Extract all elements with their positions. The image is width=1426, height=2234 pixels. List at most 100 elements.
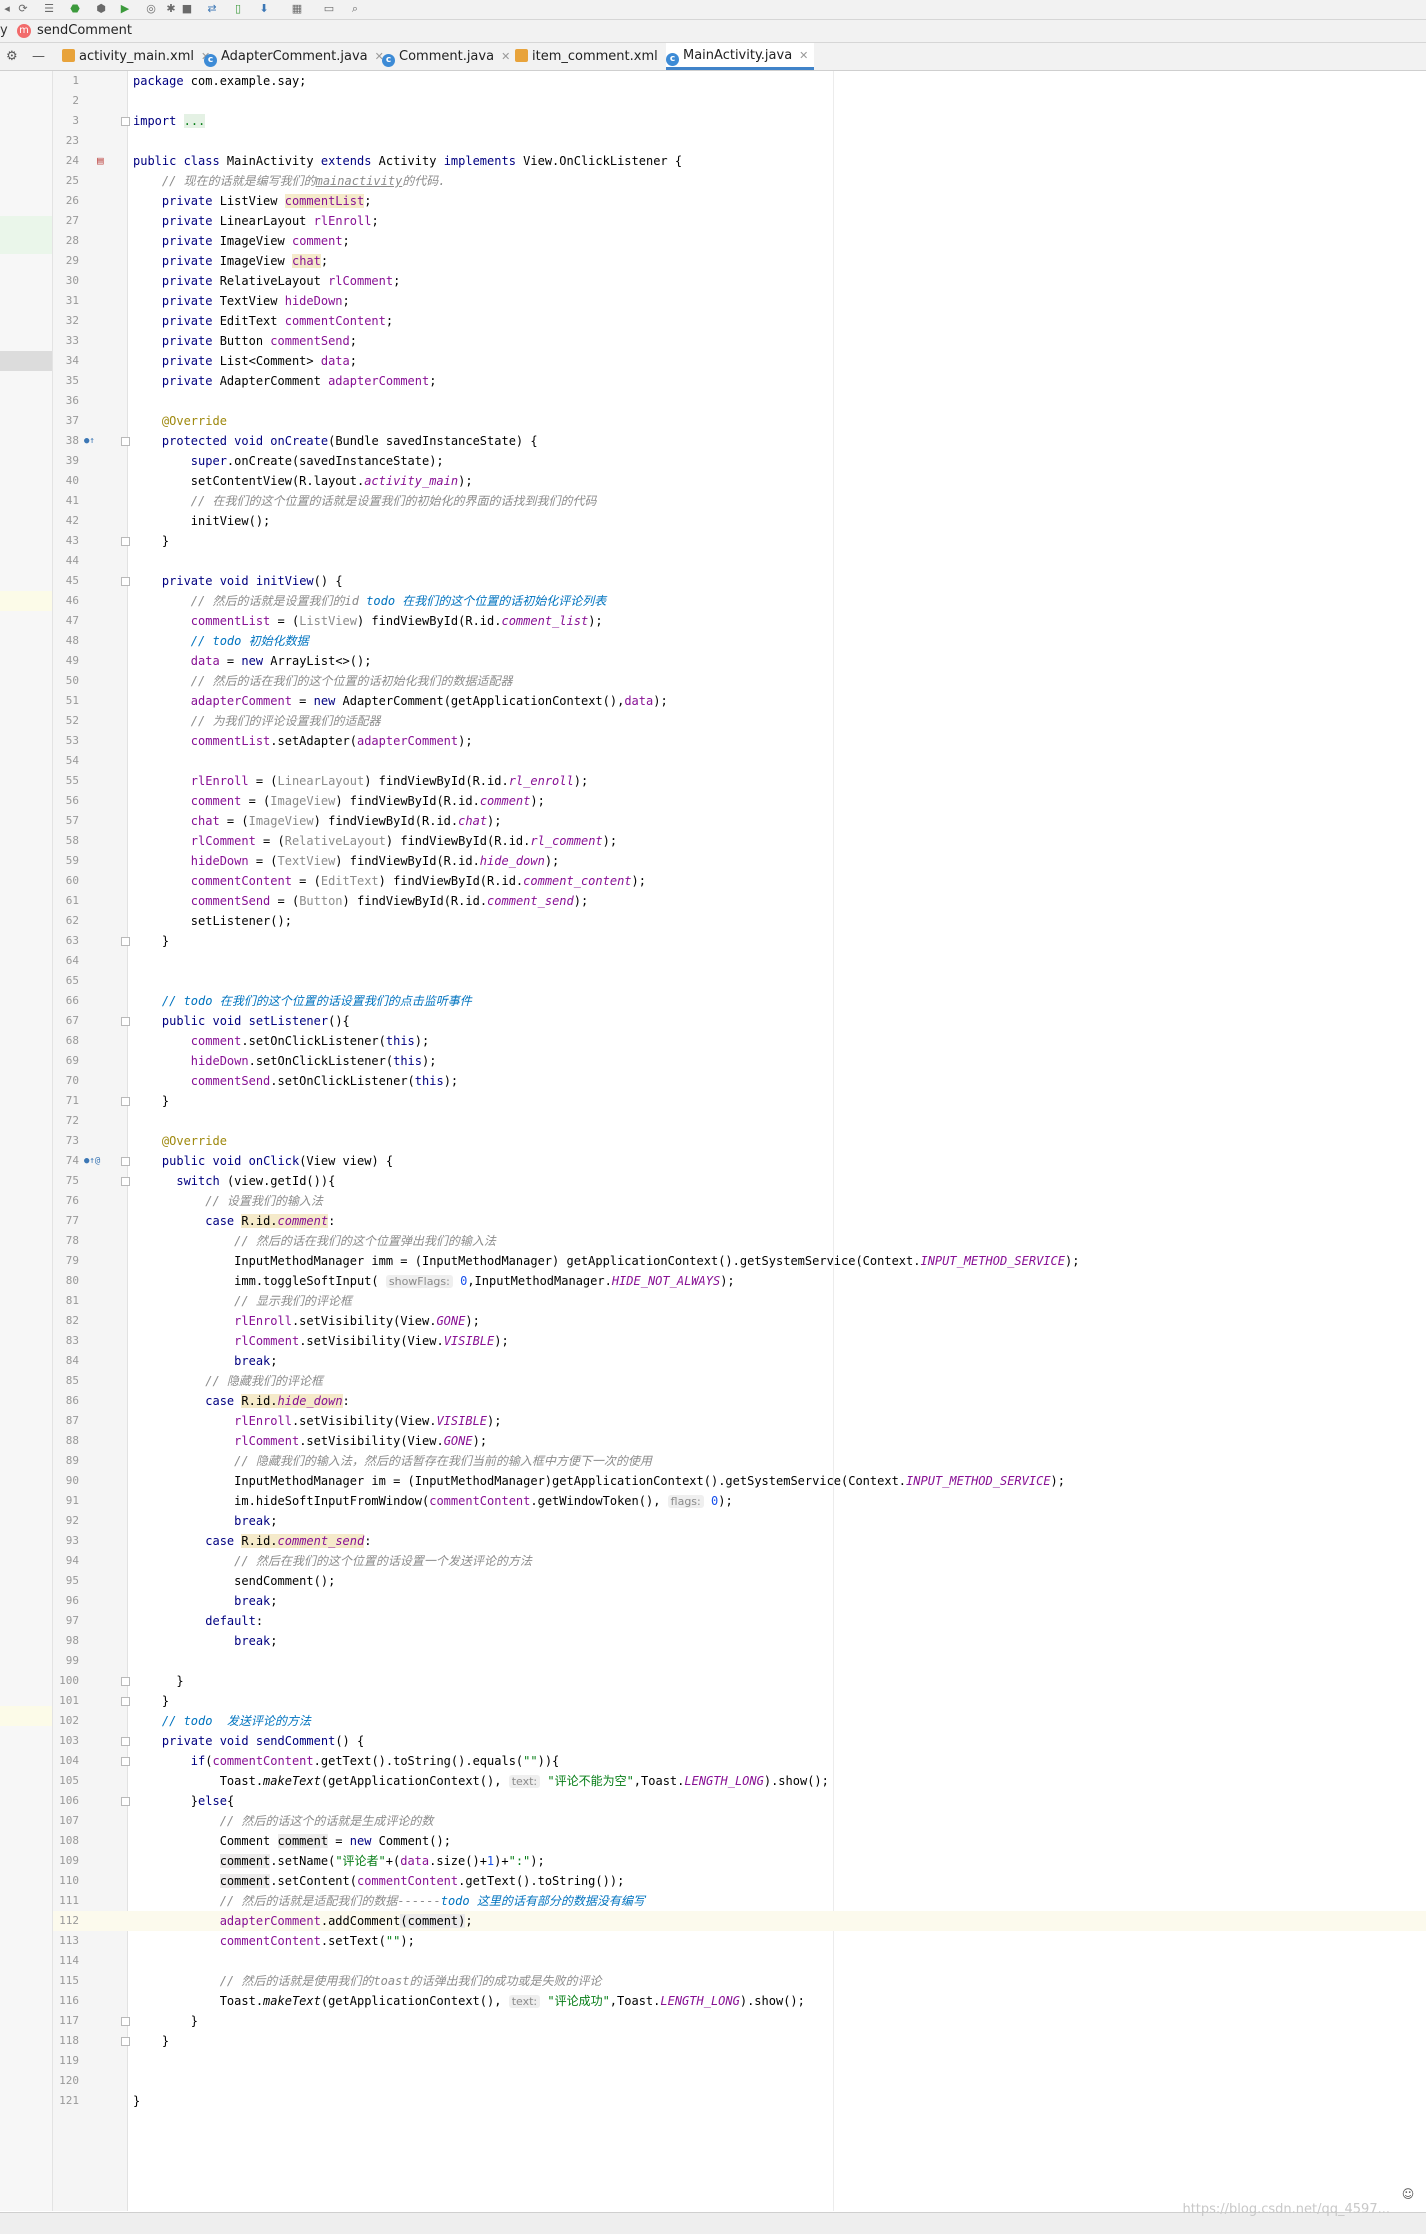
code-text[interactable]: public void onClick(View view) { [133,1151,393,1171]
code-text[interactable]: break; [133,1631,277,1651]
code-line[interactable]: 35 private AdapterComment adapterComment… [53,371,1426,391]
code-line[interactable]: 23 [53,131,1426,151]
code-text[interactable]: comment.setName("评论者"+(data.size()+1)+":… [133,1851,545,1871]
terminal-icon[interactable]: ▭ [322,2,336,16]
code-line[interactable]: 37 @Override [53,411,1426,431]
tab-item-comment-xml[interactable]: item_comment.xml✕ [515,43,680,70]
code-line[interactable]: 45 private void initView() { [53,571,1426,591]
debug-icon[interactable]: ⬢ [94,2,108,16]
code-text[interactable]: // 隐藏我们的输入法，然后的话暂存在我们当前的输入框中方便下一次的使用 [133,1451,652,1471]
code-text[interactable]: adapterComment.addComment(comment); [133,1911,473,1931]
code-text[interactable]: // 然后的话在我们的这个位置的话初始化我们的数据适配器 [133,671,513,691]
code-text[interactable]: InputMethodManager im = (InputMethodMana… [133,1471,1065,1491]
code-text[interactable]: commentSend = (Button) findViewById(R.id… [133,891,588,911]
code-line[interactable]: 50 // 然后的话在我们的这个位置的话初始化我们的数据适配器 [53,671,1426,691]
code-text[interactable]: if(commentContent.getText().toString().e… [133,1751,560,1771]
fold-toggle-icon[interactable] [121,577,130,586]
avd-manager-icon[interactable]: ▯ [231,2,245,16]
code-line[interactable]: 26 private ListView commentList; [53,191,1426,211]
code-text[interactable]: Toast.makeText(getApplicationContext(), … [133,1991,805,2012]
code-line[interactable]: 84 break; [53,1351,1426,1371]
code-text[interactable]: adapterComment = new AdapterComment(getA… [133,691,668,711]
code-line[interactable]: 34 private List<Comment> data; [53,351,1426,371]
code-line[interactable]: 36 [53,391,1426,411]
code-line[interactable]: 89 // 隐藏我们的输入法，然后的话暂存在我们当前的输入框中方便下一次的使用 [53,1451,1426,1471]
gear-icon[interactable]: ⚙ [6,49,18,64]
code-line[interactable]: 38 ●↑ protected void onCreate(Bundle save… [53,431,1426,451]
code-text[interactable]: public class MainActivity extends Activi… [133,151,682,171]
code-line[interactable]: 66 // todo 在我们的这个位置的话设置我们的点击监听事件 [53,991,1426,1011]
code-line[interactable]: 52 // 为我们的评论设置我们的适配器 [53,711,1426,731]
fold-toggle-icon[interactable] [121,117,130,126]
project-structure-icon[interactable]: ▦ [290,2,304,16]
code-text[interactable]: comment = (ImageView) findViewById(R.id.… [133,791,545,811]
code-line[interactable]: 28 private ImageView comment; [53,231,1426,251]
code-line[interactable]: 83 rlComment.setVisibility(View.VISIBLE)… [53,1331,1426,1351]
code-line[interactable]: 70 commentSend.setOnClickListener(this); [53,1071,1426,1091]
code-line[interactable]: 73 @Override [53,1131,1426,1151]
code-line[interactable]: 59 hideDown = (TextView) findViewById(R.… [53,851,1426,871]
profile-icon[interactable]: ◎ [144,2,158,16]
code-text[interactable]: setContentView(R.layout.activity_main); [133,471,473,491]
code-line[interactable]: 115 // 然后的话就是使用我们的toast的话弹出我们的成功或是失败的评论 [53,1971,1426,1991]
fold-toggle-icon[interactable] [121,537,130,546]
code-text[interactable]: commentSend.setOnClickListener(this); [133,1071,458,1091]
code-line[interactable]: 76 // 设置我们的输入法 [53,1191,1426,1211]
code-text[interactable]: InputMethodManager imm = (InputMethodMan… [133,1251,1079,1271]
sdk-manager-icon[interactable]: ⬇ [257,2,271,16]
code-line[interactable]: 65 [53,971,1426,991]
code-line[interactable]: 88 rlComment.setVisibility(View.GONE); [53,1431,1426,1451]
code-text[interactable]: // todo 初始化数据 [133,631,309,651]
code-line[interactable]: 120 [53,2071,1426,2091]
code-text[interactable]: break; [133,1511,277,1531]
code-text[interactable]: @Override [133,1131,227,1151]
code-text[interactable]: private Button commentSend; [133,331,357,351]
code-text[interactable]: }else{ [133,1791,234,1811]
code-text[interactable]: } [133,2011,198,2031]
code-text[interactable]: commentContent = (EditText) findViewById… [133,871,646,891]
code-text[interactable]: } [133,1691,169,1711]
code-line[interactable]: 101 } [53,1691,1426,1711]
code-text[interactable]: commentList = (ListView) findViewById(R.… [133,611,603,631]
code-line[interactable]: 47 commentList = (ListView) findViewById… [53,611,1426,631]
code-line[interactable]: 29 private ImageView chat; [53,251,1426,271]
assistant-icon[interactable]: ☺ [1398,2187,1418,2207]
code-line[interactable]: 55 rlEnroll = (LinearLayout) findViewByI… [53,771,1426,791]
code-line[interactable]: 68 comment.setOnClickListener(this); [53,1031,1426,1051]
code-text[interactable]: imm.toggleSoftInput( showFlags: 0,InputM… [133,1271,735,1292]
code-line[interactable]: 119 [53,2051,1426,2071]
code-line[interactable]: 40 setContentView(R.layout.activity_main… [53,471,1426,491]
breadcrumb-parent[interactable]: y [0,23,8,38]
code-line[interactable]: 57 chat = (ImageView) findViewById(R.id.… [53,811,1426,831]
close-icon[interactable]: ✕ [799,49,808,62]
code-line[interactable]: 82 rlEnroll.setVisibility(View.GONE); [53,1311,1426,1331]
code-line[interactable]: 44 [53,551,1426,571]
close-icon[interactable]: ✕ [501,50,510,63]
code-line[interactable]: 77 case R.id.comment: [53,1211,1426,1231]
code-text[interactable]: public void setListener(){ [133,1011,350,1031]
code-text[interactable]: // 现在的话就是编写我们的mainactivity的代码. [133,171,446,191]
code-text[interactable]: } [133,531,169,551]
code-line[interactable]: 92 break; [53,1511,1426,1531]
code-line[interactable]: 104 if(commentContent.getText().toString… [53,1751,1426,1771]
code-line[interactable]: 94 // 然后在我们的这个位置的话设置一个发送评论的方法 [53,1551,1426,1571]
gradle-sync-icon[interactable]: ⇄ [205,2,219,16]
code-text[interactable]: private RelativeLayout rlComment; [133,271,400,291]
code-text[interactable]: } [133,931,169,951]
override-gutter-icon[interactable]: ●↑@ [84,1151,100,1171]
code-text[interactable]: setListener(); [133,911,292,931]
code-text[interactable]: rlComment.setVisibility(View.VISIBLE); [133,1331,509,1351]
code-text[interactable]: // 然后的话这个的话就是生成评论的数 [133,1811,434,1831]
code-text[interactable]: comment.setContent(commentContent.getTex… [133,1871,624,1891]
code-line[interactable]: 69 hideDown.setOnClickListener(this); [53,1051,1426,1071]
code-line[interactable]: 39 super.onCreate(savedInstanceState); [53,451,1426,471]
tab-mainactivity-java[interactable]: c MainActivity.java ✕ [666,43,815,70]
code-line[interactable]: 24 ▤ public class MainActivity extends Act… [53,151,1426,171]
code-text[interactable]: package com.example.say; [133,71,306,91]
code-line[interactable]: 49 data = new ArrayList<>(); [53,651,1426,671]
code-line[interactable]: 67 public void setListener(){ [53,1011,1426,1031]
code-line[interactable]: 85 // 隐藏我们的评论框 [53,1371,1426,1391]
code-line[interactable]: 96 break; [53,1591,1426,1611]
fold-toggle-icon[interactable] [121,2037,130,2046]
code-text[interactable]: protected void onCreate(Bundle savedInst… [133,431,538,451]
